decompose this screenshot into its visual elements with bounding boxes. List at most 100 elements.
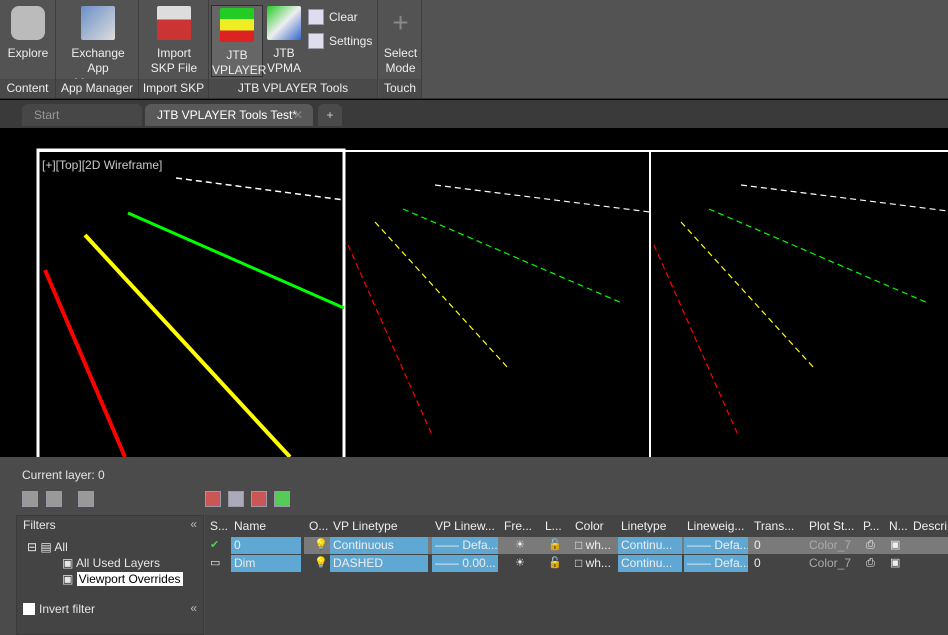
status-icon[interactable]: ▭ — [210, 555, 220, 572]
column-header[interactable]: N... — [889, 516, 909, 536]
column-header[interactable]: Color — [575, 516, 617, 536]
new-vp-frozen-layer-icon[interactable] — [228, 491, 244, 507]
tab-label: Start — [34, 108, 60, 122]
set-current-icon[interactable] — [274, 491, 290, 507]
panel-import-skp: Import SKP File Import SKP — [139, 0, 209, 98]
active-viewport-border[interactable] — [36, 148, 346, 462]
jtb-vpma-button[interactable]: JTB VPMA — [264, 4, 304, 76]
cell-vp-lineweight[interactable]: —— 0.00... — [432, 555, 498, 572]
column-header[interactable]: P... — [863, 516, 885, 536]
filters-title: Filters — [23, 518, 56, 532]
printer-icon[interactable]: ⎙ — [866, 555, 875, 572]
middle-yellow-dashed-line — [374, 221, 509, 369]
cell-plot-style[interactable]: Color_7 — [806, 555, 858, 572]
current-layer-label: Current layer: 0 — [22, 468, 105, 482]
tab-drawing[interactable]: JTB VPLAYER Tools Test* ✕ — [145, 104, 313, 126]
yellow-line — [83, 233, 292, 459]
clear-button[interactable]: Clear — [308, 9, 358, 25]
cell-linetype[interactable]: Continu... — [618, 555, 682, 572]
column-header[interactable]: Lineweig... — [687, 516, 750, 536]
panel-label: Content — [0, 79, 55, 98]
explore-label: Explore — [7, 46, 49, 60]
column-header[interactable]: L... — [545, 516, 571, 536]
panel-label: Touch — [379, 79, 421, 98]
tree-item-all[interactable]: ⊟ ▤ All — [27, 540, 68, 554]
panel-content: Explore Content — [0, 0, 56, 98]
column-header[interactable]: Name — [234, 516, 305, 536]
viewport-controls-label[interactable]: [+][Top][2D Wireframe] — [42, 158, 162, 172]
tree-item-used-layers[interactable]: ▣ All Used Layers — [62, 556, 160, 570]
explore-button[interactable]: Explore — [0, 4, 56, 61]
cell-transparency[interactable]: 0 — [751, 537, 803, 554]
column-header[interactable]: Plot St... — [809, 516, 859, 536]
column-header[interactable]: O... — [309, 516, 329, 536]
cell-lineweight[interactable]: —— Defa... — [684, 555, 748, 572]
column-header[interactable]: VP Linew... — [435, 516, 500, 536]
collapse-icon[interactable]: « — [190, 517, 197, 531]
column-header[interactable]: Fre... — [504, 516, 541, 536]
new-layer-icon[interactable] — [205, 491, 221, 507]
cell-vp-linetype[interactable]: DASHED — [330, 555, 428, 572]
cell-transparency[interactable]: 0 — [751, 555, 803, 572]
import-skp-label: Import SKP File — [150, 46, 198, 75]
plus-icon: + — [326, 108, 334, 122]
vpma-icon — [267, 6, 301, 40]
column-header[interactable]: S... — [210, 516, 230, 536]
tree-item-viewport-overrides[interactable]: ▣ Viewport Overrides — [62, 572, 183, 586]
panel-touch: + Select Mode Touch — [379, 0, 422, 98]
exchange-app-manager-button[interactable]: Exchange App Manager — [64, 4, 132, 91]
cell-color[interactable]: □ wh... — [572, 537, 616, 554]
new-property-filter-icon[interactable] — [22, 491, 38, 507]
cell-vp-lineweight[interactable]: —— Defa... — [432, 537, 498, 554]
collapse-icon[interactable]: « — [190, 601, 197, 615]
sun-thaw-icon[interactable]: ☀ — [515, 537, 525, 554]
panel-label: Import SKP — [139, 79, 208, 98]
panel-app-manager: Exchange App Manager App Manager — [56, 0, 139, 98]
column-header[interactable]: Linetype — [621, 516, 683, 536]
white-dashed-line — [175, 177, 345, 201]
on-bulb-icon[interactable]: 💡 — [314, 555, 328, 572]
import-skp-button[interactable]: Import SKP File — [145, 4, 203, 76]
unlock-icon[interactable]: 🔓 — [548, 555, 562, 572]
printer-icon[interactable]: ⎙ — [866, 537, 875, 554]
tree-label: Viewport Overrides — [76, 572, 183, 586]
delete-layer-icon[interactable] — [251, 491, 267, 507]
column-header[interactable]: Trans... — [754, 516, 805, 536]
new-vp-freeze-icon[interactable]: ▣ — [890, 555, 900, 572]
right-yellow-dashed-line — [680, 221, 815, 369]
new-vp-freeze-icon[interactable]: ▣ — [890, 537, 900, 554]
column-header[interactable]: VP Linetype — [333, 516, 431, 536]
unlock-icon[interactable]: 🔓 — [548, 537, 562, 554]
new-tab-button[interactable]: + — [318, 104, 342, 126]
cell-name[interactable]: 0 — [231, 537, 301, 554]
sun-thaw-icon[interactable]: ☀ — [515, 555, 525, 572]
skp-import-icon — [157, 6, 191, 40]
status-icon[interactable]: ✔ — [210, 537, 219, 554]
invert-filter-checkbox[interactable]: Invert filter — [23, 602, 95, 616]
cell-color[interactable]: □ wh... — [572, 555, 616, 572]
red-line — [43, 269, 127, 458]
settings-button[interactable]: Settings — [308, 33, 372, 49]
new-group-filter-icon[interactable] — [46, 491, 62, 507]
column-header[interactable]: Descrip — [913, 516, 947, 536]
layer-states-icon[interactable] — [78, 491, 94, 507]
select-mode-button[interactable]: + Select Mode — [379, 4, 422, 76]
jtb-vplayer-button[interactable]: JTB VPLAYER — [211, 5, 267, 77]
tree-label: All — [54, 540, 68, 554]
on-bulb-icon[interactable]: 💡 — [314, 537, 328, 554]
green-line — [127, 211, 345, 310]
cell-vp-linetype[interactable]: Continuous — [330, 537, 428, 554]
cell-name[interactable]: Dim — [231, 555, 301, 572]
tree-label: All Used Layers — [76, 556, 161, 570]
ribbon: Explore Content Exchange App Manager App… — [0, 0, 948, 99]
drawing-canvas[interactable]: [+][Top][2D Wireframe] — [0, 128, 948, 462]
cell-lineweight[interactable]: —— Defa... — [684, 537, 748, 554]
cell-plot-style[interactable]: Color_7 — [806, 537, 858, 554]
close-icon[interactable]: ✕ — [293, 104, 303, 126]
tab-start[interactable]: Start — [22, 104, 142, 126]
cell-linetype[interactable]: Continu... — [618, 537, 682, 554]
jtb-vplayer-label: JTB VPLAYER — [212, 48, 267, 77]
settings-icon — [308, 33, 324, 49]
panel-label: App Manager — [56, 79, 138, 98]
binoculars-icon — [11, 6, 45, 40]
